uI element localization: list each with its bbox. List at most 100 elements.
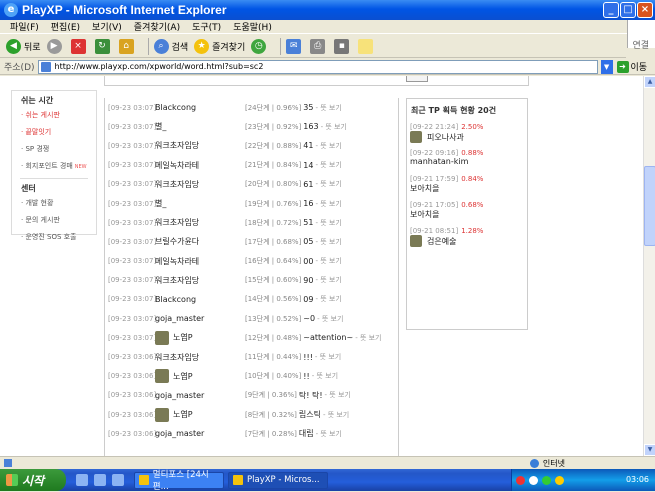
menu-file[interactable]: 파일(F) bbox=[10, 20, 39, 33]
word-row: [09-23 03:07] 별_ [19단계 | 0.76%] 16- 뜻 보기 bbox=[105, 194, 398, 213]
start-label: 시작 bbox=[22, 473, 45, 488]
view-meaning-link[interactable]: - 뜻 보기 bbox=[323, 410, 349, 420]
tp-user[interactable]: 피오나사과 bbox=[410, 131, 527, 143]
search-button[interactable]: ⌕ 검색 bbox=[153, 38, 188, 54]
print-button[interactable]: ⎙ bbox=[310, 38, 328, 54]
address-bar: 주소(D) http://www.playxp.com/xpworld/word… bbox=[0, 59, 655, 75]
task-button-multiforce[interactable]: 멀티포스 [24시편... bbox=[134, 470, 224, 492]
view-meaning-link[interactable]: - 뜻 보기 bbox=[317, 314, 343, 324]
word-nick[interactable]: 별_ bbox=[155, 121, 245, 132]
address-input[interactable]: http://www.playxp.com/xpworld/word.html?… bbox=[37, 59, 598, 74]
sidebar-item-word-chain[interactable]: · 끝말잇기 bbox=[21, 127, 96, 137]
tray-icon[interactable] bbox=[555, 475, 564, 485]
sidebar-item-auction[interactable]: · 회지포인트 경매 NEW bbox=[21, 161, 96, 171]
view-meaning-link[interactable]: - 뜻 보기 bbox=[312, 371, 338, 381]
sidebar-item-sp-competition[interactable]: · SP 경쟁 bbox=[21, 144, 96, 154]
notes-button[interactable] bbox=[358, 38, 376, 54]
sidebar-item-label: 쉬는 게시판 bbox=[25, 111, 60, 119]
word-row: [09-23 03:07] 워크초자임당 [15단계 | 0.60%] 90- 뜻 보… bbox=[105, 271, 398, 290]
ie-icon[interactable] bbox=[94, 474, 106, 486]
home-button[interactable]: ⌂ bbox=[118, 38, 137, 54]
close-button[interactable]: × bbox=[637, 2, 653, 18]
stop-button[interactable]: × bbox=[70, 38, 89, 54]
word-level: [21단계 | 0.84%] bbox=[245, 161, 302, 170]
submit-button[interactable] bbox=[406, 76, 428, 82]
minimize-button[interactable]: _ bbox=[603, 2, 619, 18]
sidebar-item-dev-status[interactable]: · 개발 현황 bbox=[21, 198, 96, 208]
word-nick[interactable]: Blackcong bbox=[155, 295, 245, 304]
word-nick[interactable]: 워크초자임당 bbox=[155, 140, 245, 151]
forward-button[interactable]: ▶ bbox=[46, 38, 65, 54]
word-nick[interactable]: 메일녹차라테 bbox=[155, 256, 245, 267]
start-button[interactable]: 시작 bbox=[0, 469, 66, 491]
word-nick[interactable]: 노엽P bbox=[155, 369, 245, 384]
menu-tools[interactable]: 도구(T) bbox=[192, 20, 221, 33]
word-nick[interactable]: goja_master bbox=[155, 314, 245, 323]
word-nick[interactable]: goja_master bbox=[155, 391, 245, 400]
word-nick[interactable]: 워크초자임당 bbox=[155, 275, 245, 286]
word-nick[interactable]: 워크초자임당 bbox=[155, 179, 245, 190]
back-button[interactable]: ◀ 뒤로 bbox=[6, 38, 41, 54]
menu-favorites[interactable]: 즐겨찾기(A) bbox=[134, 20, 180, 33]
favorites-button[interactable]: ★ 즐겨찾기 bbox=[194, 38, 245, 54]
word-level: [22단계 | 0.88%] bbox=[245, 141, 302, 150]
view-meaning-link[interactable]: - 뜻 보기 bbox=[315, 199, 341, 209]
maximize-button[interactable]: □ bbox=[620, 2, 636, 18]
view-meaning-link[interactable]: - 뜻 보기 bbox=[315, 256, 341, 266]
word-nick[interactable]: 브릴수가윤다 bbox=[155, 236, 245, 247]
menu-view[interactable]: 보기(V) bbox=[92, 20, 122, 33]
go-button[interactable]: ➜ 이동 bbox=[616, 60, 647, 73]
edit-button[interactable]: ▪ bbox=[334, 38, 352, 54]
word-nick[interactable]: 워크초자임당 bbox=[155, 217, 245, 228]
tp-user[interactable]: 검은예술 bbox=[410, 235, 527, 247]
tp-user[interactable]: 보아치을 bbox=[410, 209, 527, 220]
view-meaning-link[interactable]: - 뜻 보기 bbox=[325, 390, 351, 400]
word-nick[interactable]: 노엽P bbox=[155, 407, 245, 422]
tray-icon[interactable] bbox=[529, 475, 538, 485]
word-nick[interactable]: goja_master bbox=[155, 429, 245, 438]
nick-label: 메일녹차라테 bbox=[155, 160, 200, 170]
word-nick[interactable]: 메일녹차라테 bbox=[155, 160, 245, 171]
view-meaning-link[interactable]: - 뜻 보기 bbox=[315, 275, 341, 285]
sidebar-item-sos-call[interactable]: · 운영진 SOS 호출 bbox=[21, 232, 96, 242]
view-meaning-link[interactable]: - 뜻 보기 bbox=[315, 103, 341, 113]
media-icon[interactable] bbox=[112, 474, 124, 486]
sidebar-item-inquiry-board[interactable]: · 문의 게시판 bbox=[21, 215, 96, 225]
view-meaning-link[interactable]: - 뜻 보기 bbox=[315, 352, 341, 362]
vertical-scrollbar[interactable]: ▲ ▼ bbox=[643, 76, 655, 456]
scroll-thumb[interactable] bbox=[644, 166, 655, 246]
view-meaning-link[interactable]: - 뜻 보기 bbox=[315, 141, 341, 151]
view-meaning-link[interactable]: - 뜻 보기 bbox=[315, 160, 341, 170]
address-dropdown-button[interactable]: ▼ bbox=[600, 59, 613, 74]
view-meaning-link[interactable]: - 뜻 보기 bbox=[315, 294, 341, 304]
view-meaning-link[interactable]: - 뜻 보기 bbox=[315, 179, 341, 189]
history-button[interactable]: ◷ bbox=[251, 38, 269, 54]
tray-icon[interactable] bbox=[516, 475, 525, 485]
word-text: 00 bbox=[303, 256, 314, 266]
word-nick[interactable]: 노엽P bbox=[155, 330, 245, 345]
word-level: [8단계 | 0.32%] bbox=[245, 410, 297, 419]
tp-user[interactable]: manhatan-kim bbox=[410, 157, 527, 166]
view-meaning-link[interactable]: - 뜻 보기 bbox=[315, 237, 341, 247]
view-meaning-link[interactable]: - 뜻 보기 bbox=[315, 218, 341, 228]
word-nick[interactable]: 별_ bbox=[155, 198, 245, 209]
view-meaning-link[interactable]: - 뜻 보기 bbox=[316, 429, 342, 439]
tp-user[interactable]: 보아치을 bbox=[410, 183, 527, 194]
view-meaning-link[interactable]: - 뜻 보기 bbox=[355, 333, 381, 343]
word-nick[interactable]: Blackcong bbox=[155, 103, 245, 112]
scroll-down-icon[interactable]: ▼ bbox=[644, 444, 655, 456]
view-meaning-link[interactable]: - 뜻 보기 bbox=[321, 122, 347, 132]
tray-icon[interactable] bbox=[542, 475, 551, 485]
desktop-icon[interactable] bbox=[76, 474, 88, 486]
menu-help[interactable]: 도움말(H) bbox=[233, 20, 272, 33]
refresh-button[interactable]: ↻ bbox=[94, 38, 113, 54]
task-label: PlayXP - Micros... bbox=[247, 475, 320, 485]
menu-edit[interactable]: 편집(E) bbox=[51, 20, 80, 33]
nick-label: 워크초자임당 bbox=[155, 218, 200, 228]
scroll-up-icon[interactable]: ▲ bbox=[644, 76, 655, 88]
mail-button[interactable]: ✉ bbox=[286, 38, 304, 54]
sidebar-item-rest-board[interactable]: · 쉬는 게시판 bbox=[21, 110, 96, 120]
word-nick[interactable]: 워크초자임당 bbox=[155, 352, 245, 363]
task-button-playxp[interactable]: PlayXP - Micros... bbox=[228, 471, 328, 489]
links-button[interactable]: 연결 bbox=[632, 38, 649, 51]
